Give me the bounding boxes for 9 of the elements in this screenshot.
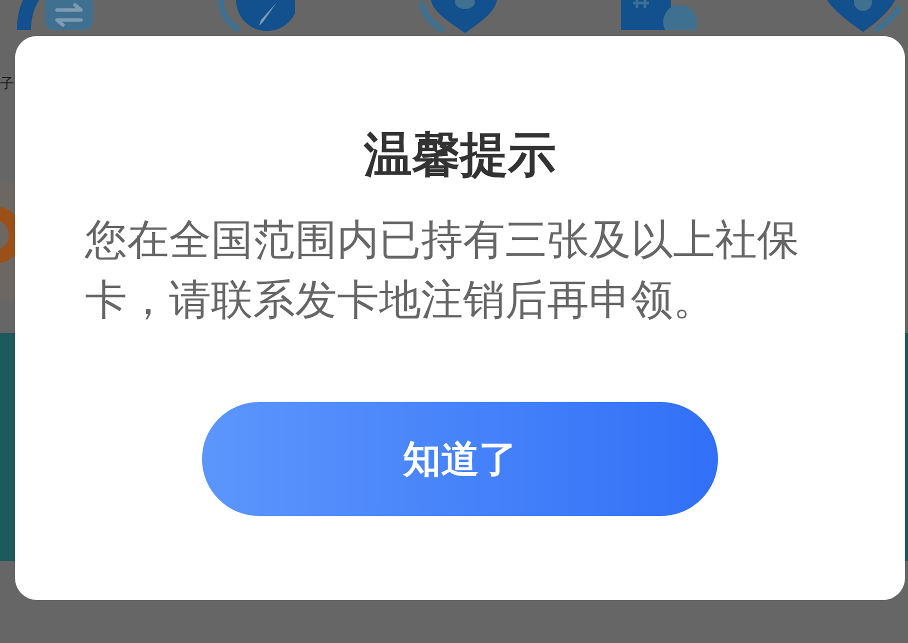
transfer-icon[interactable]: [15, 0, 93, 33]
compass-icon[interactable]: [217, 0, 295, 33]
confirm-button[interactable]: 知道了: [202, 402, 718, 516]
side-text: 子: [0, 75, 15, 94]
chat-icon[interactable]: [621, 0, 699, 33]
dialog-message: 您在全国范围内已持有三张及以上社保卡，请联系发卡地注销后再申领。: [85, 214, 800, 326]
location-pin-icon[interactable]: [419, 0, 497, 33]
ring-icon: [0, 205, 15, 265]
dialog-title: 温馨提示: [364, 126, 556, 185]
